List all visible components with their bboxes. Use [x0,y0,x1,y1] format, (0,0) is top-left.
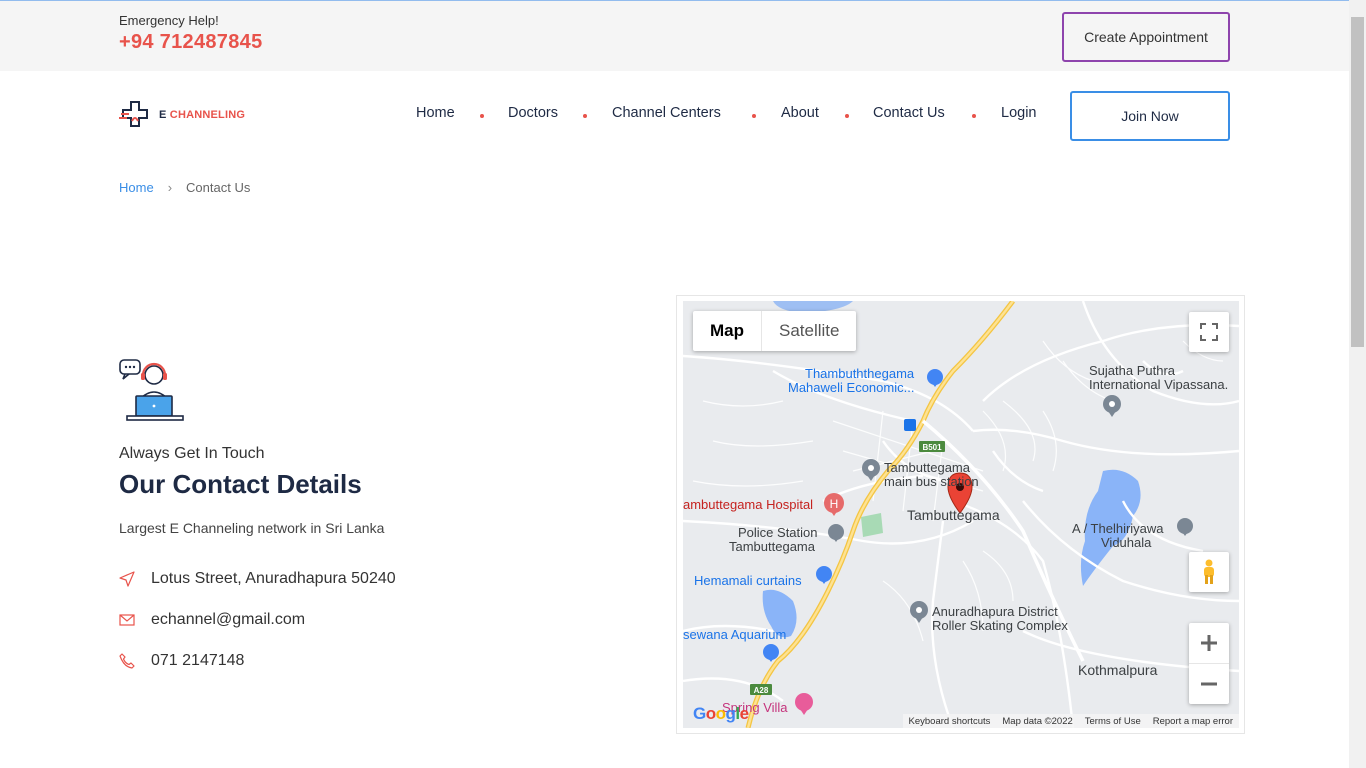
map-label-bus-station-2: main bus station [884,474,979,489]
map-label-bus-station-1: Tambuttegama [884,460,970,475]
contact-address-row: Lotus Street, Anuradhapura 50240 [119,570,396,588]
map-label-mahaweli-1: Thambuththegama [805,366,915,381]
map-label-aquarium: sewana Aquarium [683,627,787,642]
map-label-curtains: Hemamali curtains [694,573,802,588]
emergency-label: Emergency Help! [119,13,219,28]
location-arrow-icon [119,571,135,587]
site-logo[interactable]: E CHANNELING [119,100,245,130]
nav-contact-us[interactable]: Contact Us [873,105,945,121]
map-frame: B501 A28 H Thambuththegama Mahaweli Econ… [676,295,1245,734]
page-scrollbar[interactable] [1349,0,1366,768]
nav-separator-dot [972,114,976,118]
nav-about[interactable]: About [781,105,819,121]
street-view-pegman[interactable] [1189,552,1229,592]
map-label-police-1: Police Station [738,525,818,540]
zoom-in-button[interactable] [1189,624,1229,664]
map-label-skating-1: Anuradhapura District [932,604,1058,619]
keyboard-shortcuts-link[interactable]: Keyboard shortcuts [909,716,991,727]
top-bar: Emergency Help! +94 712487845 Create App… [0,1,1349,71]
nav-channel-centers[interactable]: Channel Centers [612,105,721,121]
contact-heading: Our Contact Details [119,469,362,499]
map-label-mahaweli-2: Mahaweli Economic... [788,380,915,395]
map-label-skating-2: Roller Skating Complex [932,618,1068,633]
nav-separator-dot [752,114,756,118]
minus-icon [1201,682,1217,685]
zoom-controls [1189,623,1229,704]
contact-email-row: echannel@gmail.com [119,611,305,629]
plus-icon [1201,635,1217,651]
embedded-google-map[interactable]: B501 A28 H Thambuththegama Mahaweli Econ… [683,301,1239,728]
google-logo: Google [693,704,749,723]
create-appointment-button[interactable]: Create Appointment [1062,12,1230,62]
road-shield-a28: A28 [754,686,769,695]
map-label-vipassana-1: Sujatha Puthra [1089,363,1176,378]
nav-login[interactable]: Login [1001,105,1036,121]
scrollbar-thumb[interactable] [1351,17,1364,347]
map-label-hospital: ambuttegama Hospital [683,497,814,512]
map-type-toggle: Map Satellite [693,311,857,351]
nav-separator-dot [480,114,484,118]
map-label-thelhiriyawa-2: Viduhala [1101,535,1152,550]
contact-phone-row: 071 2147148 [119,652,244,670]
nav-doctors[interactable]: Doctors [508,105,558,121]
fullscreen-icon [1200,323,1218,341]
report-map-error-link[interactable]: Report a map error [1153,716,1233,727]
phone-icon [119,653,135,669]
logo-cross-icon [119,101,148,127]
breadcrumb-home[interactable]: Home [119,180,154,195]
zoom-out-button[interactable] [1189,664,1229,704]
map-data-attribution: Map data ©2022 [1002,715,1073,727]
customer-support-icon [119,359,184,421]
map-label-thelhiriyawa-1: A / Thelhiriyawa [1072,521,1164,536]
map-label-vipassana-2: International Vipassana. [1089,377,1229,392]
map-label-town: Tambuttegama [907,507,1000,523]
map-type-map-button[interactable]: Map [693,311,762,351]
map-type-satellite-button[interactable]: Satellite [762,311,856,351]
breadcrumb: Home › Contact Us [119,180,250,195]
svg-text:H: H [830,497,839,511]
contact-address: Lotus Street, Anuradhapura 50240 [151,570,396,587]
fullscreen-button[interactable] [1189,312,1229,352]
mail-icon [119,614,135,626]
contact-subtitle: Largest E Channeling network in Sri Lank… [119,520,385,536]
join-now-button[interactable]: Join Now [1070,91,1230,141]
terms-of-use-link[interactable]: Terms of Use [1085,716,1141,727]
road-shield-b501: B501 [922,443,942,452]
nav-separator-dot [583,114,587,118]
nav-home[interactable]: Home [416,105,455,121]
map-footer: Keyboard shortcuts Map data ©2022 Terms … [902,714,1239,728]
logo-text: E CHANNELING [159,109,246,121]
map-label-kothmalpura: Kothmalpura [1078,662,1158,678]
breadcrumb-separator: › [167,180,173,195]
contact-phone[interactable]: 071 2147148 [151,652,244,670]
pegman-icon [1204,559,1214,584]
map-label-police-2: Tambuttegama [729,539,815,554]
contact-tagline: Always Get In Touch [119,445,265,462]
emergency-phone[interactable]: +94 712487845 [119,31,263,54]
nav-separator-dot [845,114,849,118]
contact-email[interactable]: echannel@gmail.com [151,611,305,629]
breadcrumb-current: Contact Us [186,180,251,195]
